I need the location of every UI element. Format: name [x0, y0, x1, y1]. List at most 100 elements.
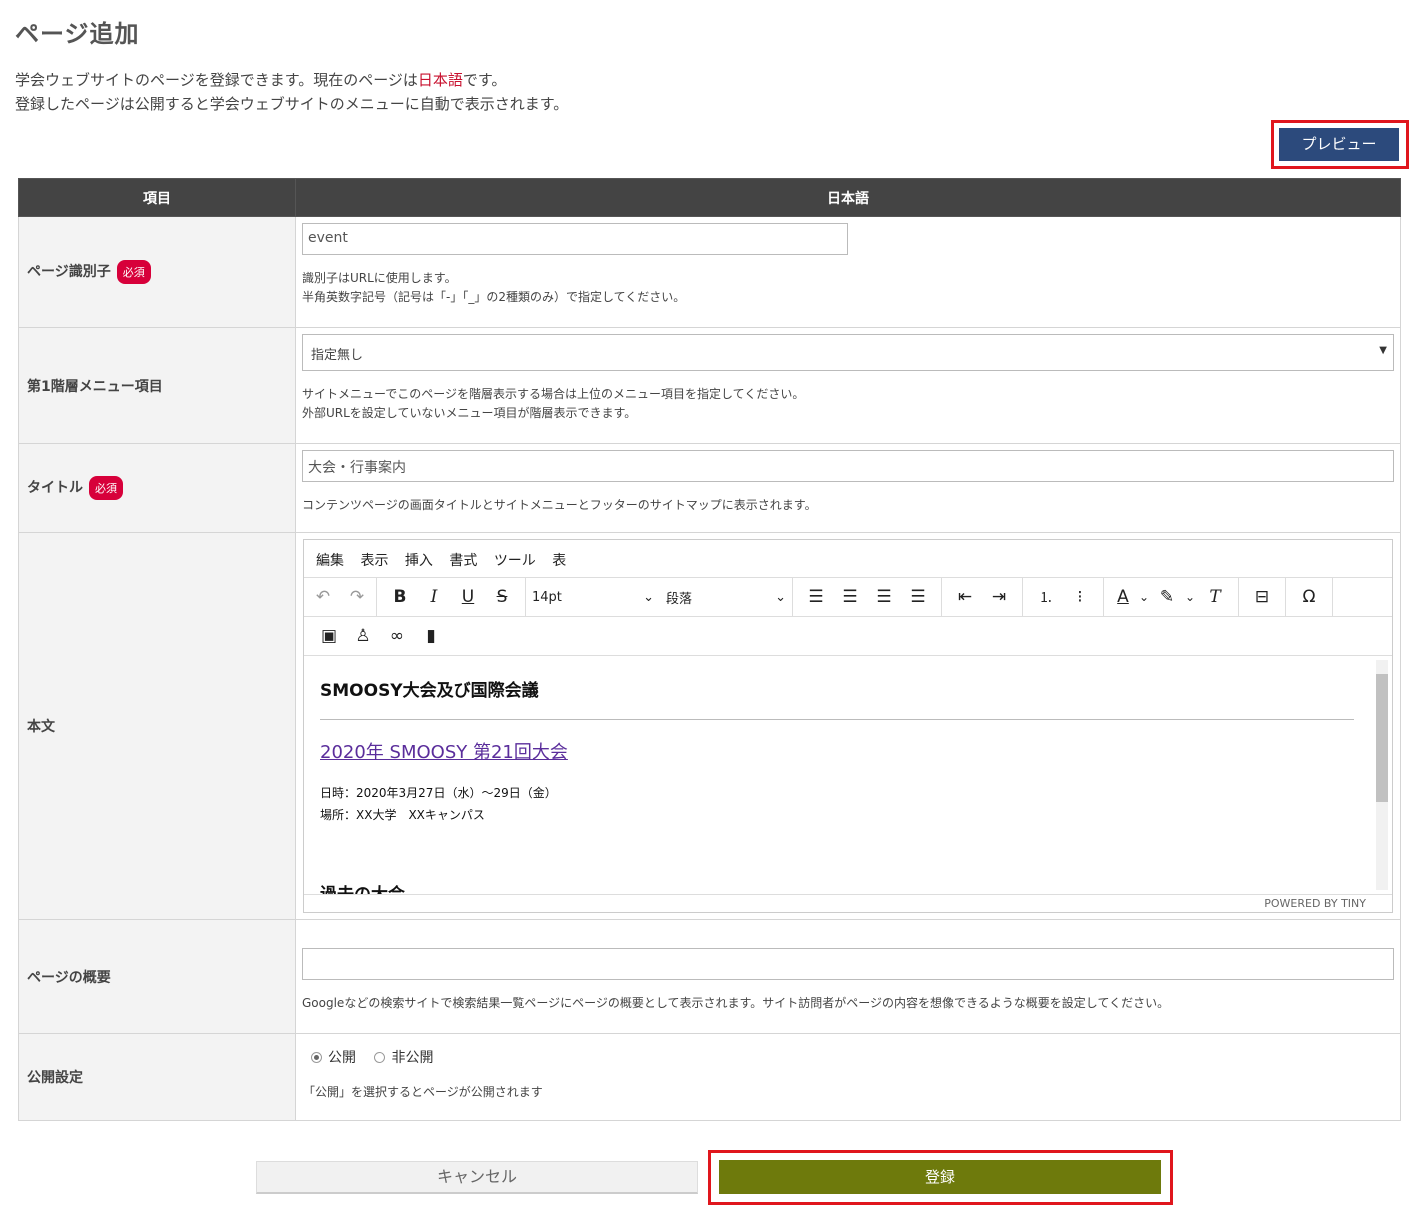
radio-private-label[interactable]: 非公開 [391, 1050, 433, 1066]
block-format-select[interactable]: 段落 ⌄ [660, 588, 792, 607]
summary-label: ページの概要 [27, 969, 111, 986]
summary-input[interactable] [302, 948, 1394, 980]
chevron-down-icon: ▼ [1379, 345, 1387, 356]
cancel-button[interactable]: キャンセル [256, 1161, 698, 1194]
font-size-value: 14pt [532, 589, 562, 605]
body-cell: 編集 表示 挿入 書式 ツール 表 ↶ ↷ B I U S 14pt ⌄ 段落 … [295, 532, 1401, 920]
stamp-icon[interactable]: ♙ [346, 621, 380, 651]
special-character-icon[interactable]: Ω [1292, 582, 1326, 612]
title-input[interactable]: 大会・行事案内 [302, 450, 1394, 482]
intro-line1-b: です。 [462, 71, 507, 89]
block-format-value: 段落 [666, 591, 693, 607]
chevron-down-icon: ⌄ [643, 589, 654, 605]
menu-select[interactable]: 指定無し ▼ [302, 334, 1394, 371]
page-break-icon[interactable]: ⊟ [1245, 582, 1279, 612]
radio-private[interactable]: 非公開 [374, 1050, 433, 1066]
indent-icon[interactable]: ⇥ [982, 582, 1016, 612]
summary-label-cell: ページの概要 [18, 919, 296, 1034]
editor-scrollbar-thumb[interactable] [1376, 674, 1388, 802]
menu-insert[interactable]: 挿入 [405, 553, 433, 569]
submit-button[interactable]: 登録 [719, 1160, 1161, 1194]
align-justify-icon[interactable]: ☰ [901, 582, 935, 612]
editor-menubar: 編集 表示 挿入 書式 ツール 表 [304, 540, 1392, 578]
font-size-select[interactable]: 14pt ⌄ [526, 590, 660, 605]
content-line-2: 場所：XX大学 XXキャンパス [320, 808, 485, 822]
menu-format[interactable]: 書式 [449, 553, 477, 569]
content-link[interactable]: 2020年 SMOOSY 第21回大会 [320, 738, 1354, 764]
required-badge: 必須 [89, 476, 123, 500]
bookmark-icon[interactable]: ▮ [414, 621, 448, 651]
italic-icon[interactable]: I [417, 582, 451, 612]
publish-help: 「公開」を選択するとページが公開されます [303, 1085, 543, 1099]
align-left-icon[interactable]: ☰ [799, 582, 833, 612]
page-form-table: 項目 日本語 ページ識別子 必須 event 識別子はURLに使用します。 半角英… [18, 178, 1401, 1121]
page-title: ページ追加 [15, 20, 140, 48]
intro-line1-a: 学会ウェブサイトのページを登録できます。現在のページは [15, 71, 418, 89]
chevron-down-icon: ⌄ [775, 589, 786, 605]
editor-toolbar: ↶ ↷ B I U S 14pt ⌄ 段落 ⌄ ☰ ☰ ☰ ☰ ⇤ ⇥ ⒈ ⁝ … [304, 578, 1392, 617]
menu-cell: 指定無し ▼ サイトメニューでこのページを階層表示する場合は上位のメニュー項目を… [295, 327, 1401, 444]
underline-icon[interactable]: U [451, 582, 485, 612]
strikethrough-icon[interactable]: S [485, 582, 519, 612]
identifier-help-1: 識別子はURLに使用します。 [302, 271, 457, 285]
content-line-1: 日時：2020年3月27日（水）～29日（金） [320, 786, 557, 800]
publish-label: 公開設定 [27, 1070, 83, 1086]
redo-icon[interactable]: ↷ [340, 582, 374, 612]
radio-public[interactable]: 公開 [311, 1050, 356, 1066]
chevron-down-icon[interactable]: ⌄ [1182, 582, 1198, 612]
bold-icon[interactable]: B [383, 582, 417, 612]
menu-view[interactable]: 表示 [360, 553, 388, 569]
identifier-input[interactable]: event [302, 223, 848, 255]
align-right-icon[interactable]: ☰ [867, 582, 901, 612]
text-color-icon[interactable]: A [1110, 582, 1136, 612]
radio-public-dot[interactable] [311, 1052, 322, 1063]
menu-edit[interactable]: 編集 [316, 553, 344, 569]
title-help: コンテンツページの画面タイトルとサイトメニューとフッターのサイトマップに表示され… [302, 498, 817, 512]
chevron-down-icon[interactable]: ⌄ [1136, 582, 1152, 612]
menu-select-value: 指定無し [311, 348, 364, 363]
radio-private-dot[interactable] [374, 1052, 386, 1063]
title-cell: 大会・行事案内 コンテンツページの画面タイトルとサイトメニューとフッターのサイト… [295, 443, 1401, 533]
link-icon[interactable]: ∞ [380, 621, 414, 651]
intro-text: 学会ウェブサイトのページを登録できます。現在のページは日本語です。 登録したペー… [15, 68, 568, 116]
menu-help-1: サイトメニューでこのページを階層表示する場合は上位のメニュー項目を指定してくださ… [302, 387, 805, 401]
editor-scrollbar[interactable] [1376, 660, 1388, 890]
preview-button[interactable]: プレビュー [1279, 128, 1399, 161]
current-language: 日本語 [417, 71, 463, 89]
menu-label: 第1階層メニュー項目 [27, 378, 163, 395]
menu-table[interactable]: 表 [552, 553, 566, 569]
identifier-cell: event 識別子はURLに使用します。 半角英数字記号（記号は「-」「_」の2… [295, 216, 1401, 328]
identifier-help-2: 半角英数字記号（記号は「-」「_」の2種類のみ）で指定してください。 [302, 290, 686, 304]
bullet-list-icon[interactable]: ⁝ [1063, 582, 1097, 612]
outdent-icon[interactable]: ⇤ [948, 582, 982, 612]
body-label: 本文 [27, 719, 55, 735]
content-heading-2: 過去の大会 [320, 880, 405, 894]
column-header-item: 項目 [18, 178, 296, 217]
menu-label-cell: 第1階層メニュー項目 [18, 327, 296, 444]
publish-label-cell: 公開設定 [18, 1033, 296, 1121]
powered-by-text[interactable]: POWERED BY TINY [1264, 897, 1366, 910]
required-badge: 必須 [116, 260, 151, 284]
menu-tools[interactable]: ツール [494, 553, 536, 569]
editor-toolbar-2: ▣ ♙ ∞ ▮ [304, 617, 1392, 656]
menu-help-2: 外部URLを設定していないメニュー項目が階層表示できます。 [302, 406, 637, 420]
publish-cell: 公開 非公開 「公開」を選択するとページが公開されます [295, 1033, 1401, 1121]
content-heading: SMOOSY大会及び国際会議 [320, 681, 539, 701]
highlight-color-icon[interactable]: ✎ [1152, 582, 1182, 612]
column-header-language: 日本語 [295, 178, 1401, 217]
body-label-cell: 本文 [18, 532, 296, 920]
rich-text-editor: 編集 表示 挿入 書式 ツール 表 ↶ ↷ B I U S 14pt ⌄ 段落 … [303, 539, 1393, 913]
summary-help: Googleなどの検索サイトで検索結果一覧ページにページの概要として表示されます… [302, 996, 1170, 1010]
editor-content[interactable]: SMOOSY大会及び国際会議 2020年 SMOOSY 第21回大会 日時：20… [304, 656, 1392, 894]
align-center-icon[interactable]: ☰ [833, 582, 867, 612]
numbered-list-icon[interactable]: ⒈ [1029, 582, 1063, 612]
identifier-label-cell: ページ識別子 必須 [18, 216, 296, 328]
clear-formatting-icon[interactable]: T [1198, 582, 1232, 612]
image-icon[interactable]: ▣ [312, 621, 346, 651]
undo-icon[interactable]: ↶ [306, 582, 340, 612]
content-divider [320, 719, 1354, 720]
editor-statusbar: POWERED BY TINY [304, 894, 1392, 912]
title-label: タイトル [27, 480, 83, 496]
intro-line2: 登録したページは公開すると学会ウェブサイトのメニューに自動で表示されます。 [15, 95, 569, 113]
radio-public-label[interactable]: 公開 [328, 1050, 356, 1066]
